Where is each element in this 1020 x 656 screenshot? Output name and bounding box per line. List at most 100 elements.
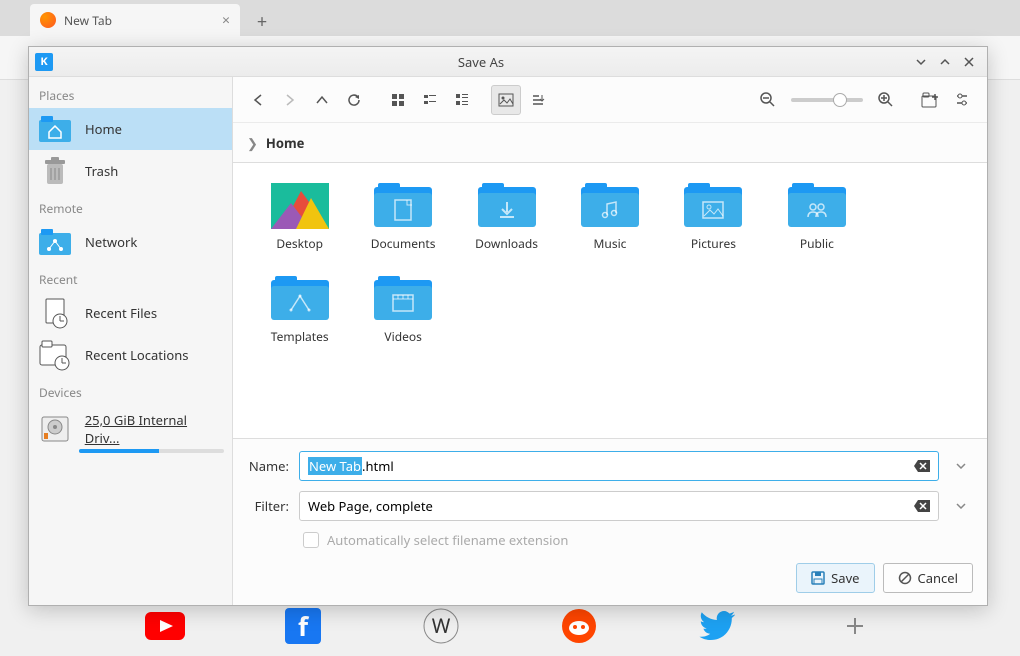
pictures-folder-icon — [684, 183, 742, 229]
folder-public[interactable]: Public — [770, 179, 863, 256]
shortcut-twitter[interactable] — [693, 602, 741, 650]
zoom-in-button[interactable] — [871, 85, 901, 115]
public-folder-icon — [788, 183, 846, 229]
remote-header: Remote — [29, 192, 232, 221]
sidebar-item-drive[interactable]: 25,0 GiB Internal Driv... — [29, 405, 232, 447]
svg-text:W: W — [432, 612, 451, 639]
videos-folder-icon — [374, 276, 432, 322]
places-header: Places — [29, 79, 232, 108]
kde-icon: K — [35, 53, 53, 71]
sidebar-item-recent-files[interactable]: Recent Files — [29, 292, 232, 334]
name-rest-text: .html — [362, 457, 394, 475]
toolbar — [233, 77, 987, 123]
sidebar-item-network[interactable]: Network — [29, 221, 232, 263]
folder-documents[interactable]: Documents — [356, 179, 449, 256]
recent-locations-icon — [37, 340, 73, 370]
folder-label: Templates — [271, 328, 329, 345]
cancel-button[interactable]: Cancel — [883, 563, 973, 593]
browser-tab[interactable]: New Tab × — [30, 4, 240, 36]
name-input[interactable]: New Tab.html — [299, 451, 939, 481]
zoom-out-button[interactable] — [753, 85, 783, 115]
recent-header: Recent — [29, 263, 232, 292]
save-button[interactable]: Save — [796, 563, 874, 593]
maximize-button[interactable] — [933, 50, 957, 74]
close-icon[interactable]: × — [222, 11, 230, 30]
minimize-button[interactable] — [909, 50, 933, 74]
breadcrumb[interactable]: ❯ Home — [233, 123, 987, 163]
forward-button[interactable] — [275, 85, 305, 115]
folder-templates[interactable]: Templates — [253, 272, 346, 349]
sidebar-item-recent-locations[interactable]: Recent Locations — [29, 334, 232, 376]
folder-music[interactable]: Music — [563, 179, 656, 256]
sidebar-label: Recent Locations — [85, 346, 188, 364]
folder-label: Public — [800, 235, 834, 252]
folder-pictures[interactable]: Pictures — [667, 179, 760, 256]
documents-folder-icon — [374, 183, 432, 229]
sidebar-item-home[interactable]: Home — [29, 108, 232, 150]
folder-label: Videos — [384, 328, 421, 345]
preview-button[interactable] — [491, 85, 521, 115]
filter-label: Filter: — [247, 497, 289, 515]
templates-folder-icon — [271, 276, 329, 322]
form-area: Name: New Tab.html Filter: Web Page, com… — [233, 438, 987, 605]
shortcut-add[interactable] — [831, 602, 879, 650]
name-selected-text: New Tab — [308, 457, 362, 475]
folder-downloads[interactable]: Downloads — [460, 179, 553, 256]
details-view-button[interactable] — [447, 85, 477, 115]
breadcrumb-home[interactable]: Home — [266, 134, 305, 152]
name-label: Name: — [247, 457, 289, 475]
trash-icon — [37, 156, 73, 186]
auto-extension-checkbox[interactable] — [303, 532, 319, 548]
filter-dropdown-button[interactable] — [949, 491, 973, 521]
clear-icon[interactable] — [914, 500, 930, 512]
shortcut-reddit[interactable] — [555, 602, 603, 650]
home-folder-icon — [37, 114, 73, 144]
up-button[interactable] — [307, 85, 337, 115]
filter-input[interactable]: Web Page, complete — [299, 491, 939, 521]
chevron-right-icon: ❯ — [247, 134, 258, 152]
sidebar-item-trash[interactable]: Trash — [29, 150, 232, 192]
folder-videos[interactable]: Videos — [356, 272, 449, 349]
storage-usage-bar — [79, 449, 224, 453]
auto-extension-label: Automatically select filename extension — [327, 531, 568, 549]
folder-label: Documents — [371, 235, 436, 252]
new-folder-button[interactable] — [915, 85, 945, 115]
shortcut-wikipedia[interactable]: W — [417, 602, 465, 650]
tab-label: New Tab — [64, 12, 112, 29]
clear-icon[interactable] — [914, 460, 930, 472]
drive-icon — [37, 414, 73, 444]
settings-button[interactable] — [947, 85, 977, 115]
desktop-thumbnail-icon — [271, 183, 329, 229]
downloads-folder-icon — [478, 183, 536, 229]
filter-value: Web Page, complete — [308, 497, 433, 515]
folder-desktop[interactable]: Desktop — [253, 179, 346, 256]
sort-button[interactable] — [523, 85, 553, 115]
file-grid: Desktop Documents Downloads Music Pictur… — [233, 163, 987, 438]
new-tab-button[interactable]: + — [248, 8, 276, 36]
firefox-icon — [40, 12, 56, 28]
compact-view-button[interactable] — [415, 85, 445, 115]
sidebar-label: Network — [85, 233, 137, 251]
sidebar-label: Recent Files — [85, 304, 157, 322]
name-dropdown-button[interactable] — [949, 451, 973, 481]
titlebar: K Save As — [29, 47, 987, 77]
shortcut-youtube[interactable] — [141, 602, 189, 650]
network-folder-icon — [37, 227, 73, 257]
reload-button[interactable] — [339, 85, 369, 115]
folder-label: Desktop — [276, 235, 323, 252]
icons-view-button[interactable] — [383, 85, 413, 115]
places-sidebar: Places Home Trash Remote Network Recent … — [29, 77, 233, 605]
recent-files-icon — [37, 298, 73, 328]
back-button[interactable] — [243, 85, 273, 115]
folder-label: Downloads — [475, 235, 538, 252]
music-folder-icon — [581, 183, 639, 229]
save-as-dialog: K Save As Places Home Trash Remote Netwo… — [28, 46, 988, 606]
close-button[interactable] — [957, 50, 981, 74]
cancel-icon — [898, 571, 912, 585]
shortcut-facebook[interactable]: f — [279, 602, 327, 650]
dialog-title: Save As — [53, 53, 909, 71]
sidebar-label: Trash — [85, 162, 118, 180]
save-icon — [811, 571, 825, 585]
sidebar-label: 25,0 GiB Internal Driv... — [85, 411, 224, 447]
zoom-slider[interactable] — [791, 98, 863, 102]
